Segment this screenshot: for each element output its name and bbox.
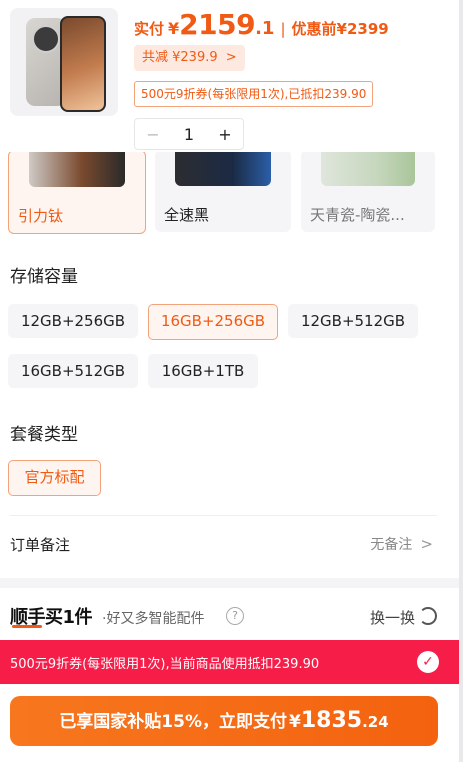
brand-underline [12, 625, 42, 628]
bottom-safe-area [0, 752, 459, 762]
storage-option[interactable]: 16GB+1TB [148, 354, 258, 388]
price-separator: | [280, 20, 286, 38]
check-icon[interactable]: ✓ [417, 651, 439, 673]
increase-quantity-button[interactable]: + [207, 125, 243, 144]
coupon-applied-text: 500元9折券(每张限用1次),当前商品使用抵扣239.90 [10, 657, 320, 672]
decrease-quantity-button[interactable]: − [135, 125, 171, 144]
storage-option-selected[interactable]: 16GB+256GB [148, 304, 278, 340]
currency-symbol: ¥ [168, 19, 180, 38]
storage-option[interactable]: 16GB+512GB [8, 354, 138, 388]
price-integer: 2159 [179, 8, 256, 41]
color-option-titanium[interactable]: 引力钛 [8, 150, 146, 234]
storage-option[interactable]: 12GB+256GB [8, 304, 138, 338]
color-option-label: 引力钛 [18, 207, 64, 225]
product-options-sheet: 实付 ¥2159.1 | 优惠前¥2399 共减 ¥239.9 > 500元9折券(每… [0, 0, 459, 762]
paid-label: 实付 [134, 20, 165, 38]
color-swatch-image [175, 150, 271, 186]
applied-coupon-badge: 500元9折券(每张限用1次),已抵扣239.90 [134, 81, 374, 107]
color-option-celadon[interactable]: 天青瓷-陶瓷... [301, 150, 435, 232]
order-remark-row[interactable]: 订单备注 无备注 > [10, 534, 437, 558]
color-option-label: 天青瓷-陶瓷... [310, 206, 405, 224]
help-icon[interactable]: ? [226, 607, 244, 625]
pay-now-button[interactable]: 已享国家补贴15%，立即支付 ¥1835.24 [10, 696, 438, 746]
color-option-black[interactable]: 全速黑 [155, 150, 291, 232]
swap-button[interactable]: 换一换 [370, 607, 415, 628]
divider [10, 515, 437, 516]
quantity-stepper: − 1 + [134, 118, 244, 150]
product-thumbnail [10, 8, 118, 116]
storage-section-title: 存储容量 [10, 267, 78, 287]
bundle-subtitle: ·好又多智能配件 [102, 611, 205, 627]
order-remark-value: 无备注 > [370, 534, 433, 554]
chevron-right-icon: > [420, 535, 433, 553]
bundle-accessories-header: 顺手买1件 ·好又多智能配件 ? 换一换 [10, 605, 437, 631]
phone-front-image [60, 16, 106, 112]
camera-module-icon [32, 25, 60, 53]
storage-option[interactable]: 12GB+512GB [288, 304, 418, 338]
package-option-selected[interactable]: 官方标配 [8, 460, 101, 496]
original-price: ¥2399 [336, 20, 389, 38]
order-remark-label: 订单备注 [10, 536, 71, 554]
refresh-icon[interactable] [419, 607, 437, 625]
section-separator [0, 578, 459, 588]
pay-button-label: 已享国家补贴15%，立即支付 [59, 712, 288, 732]
quantity-value[interactable]: 1 [171, 125, 207, 144]
pay-amount-integer: 1835 [300, 708, 363, 733]
discount-detail-button[interactable]: 共减 ¥239.9 > [134, 45, 245, 71]
remark-value-text: 无备注 [370, 537, 413, 553]
background-page-edge [459, 0, 463, 762]
package-section-title: 套餐类型 [10, 425, 78, 445]
price-decimal: .1 [255, 18, 275, 39]
price-line: 实付 ¥2159.1 | 优惠前¥2399 [134, 8, 389, 41]
pay-amount-decimal: .24 [362, 713, 389, 731]
color-option-label: 全速黑 [164, 206, 210, 224]
pay-currency: ¥ [289, 712, 301, 732]
original-price-label: 优惠前 [291, 20, 337, 38]
order-header: 实付 ¥2159.1 | 优惠前¥2399 共减 ¥239.9 > 500元9折券(每… [0, 0, 459, 152]
coupon-applied-bar[interactable]: 500元9折券(每张限用1次),当前商品使用抵扣239.90 ✓ [0, 640, 459, 684]
chevron-right-icon: > [225, 50, 237, 65]
color-swatch-image [29, 151, 125, 187]
color-swatch-image [321, 150, 415, 186]
discount-total-label: 共减 ¥239.9 [142, 50, 218, 65]
